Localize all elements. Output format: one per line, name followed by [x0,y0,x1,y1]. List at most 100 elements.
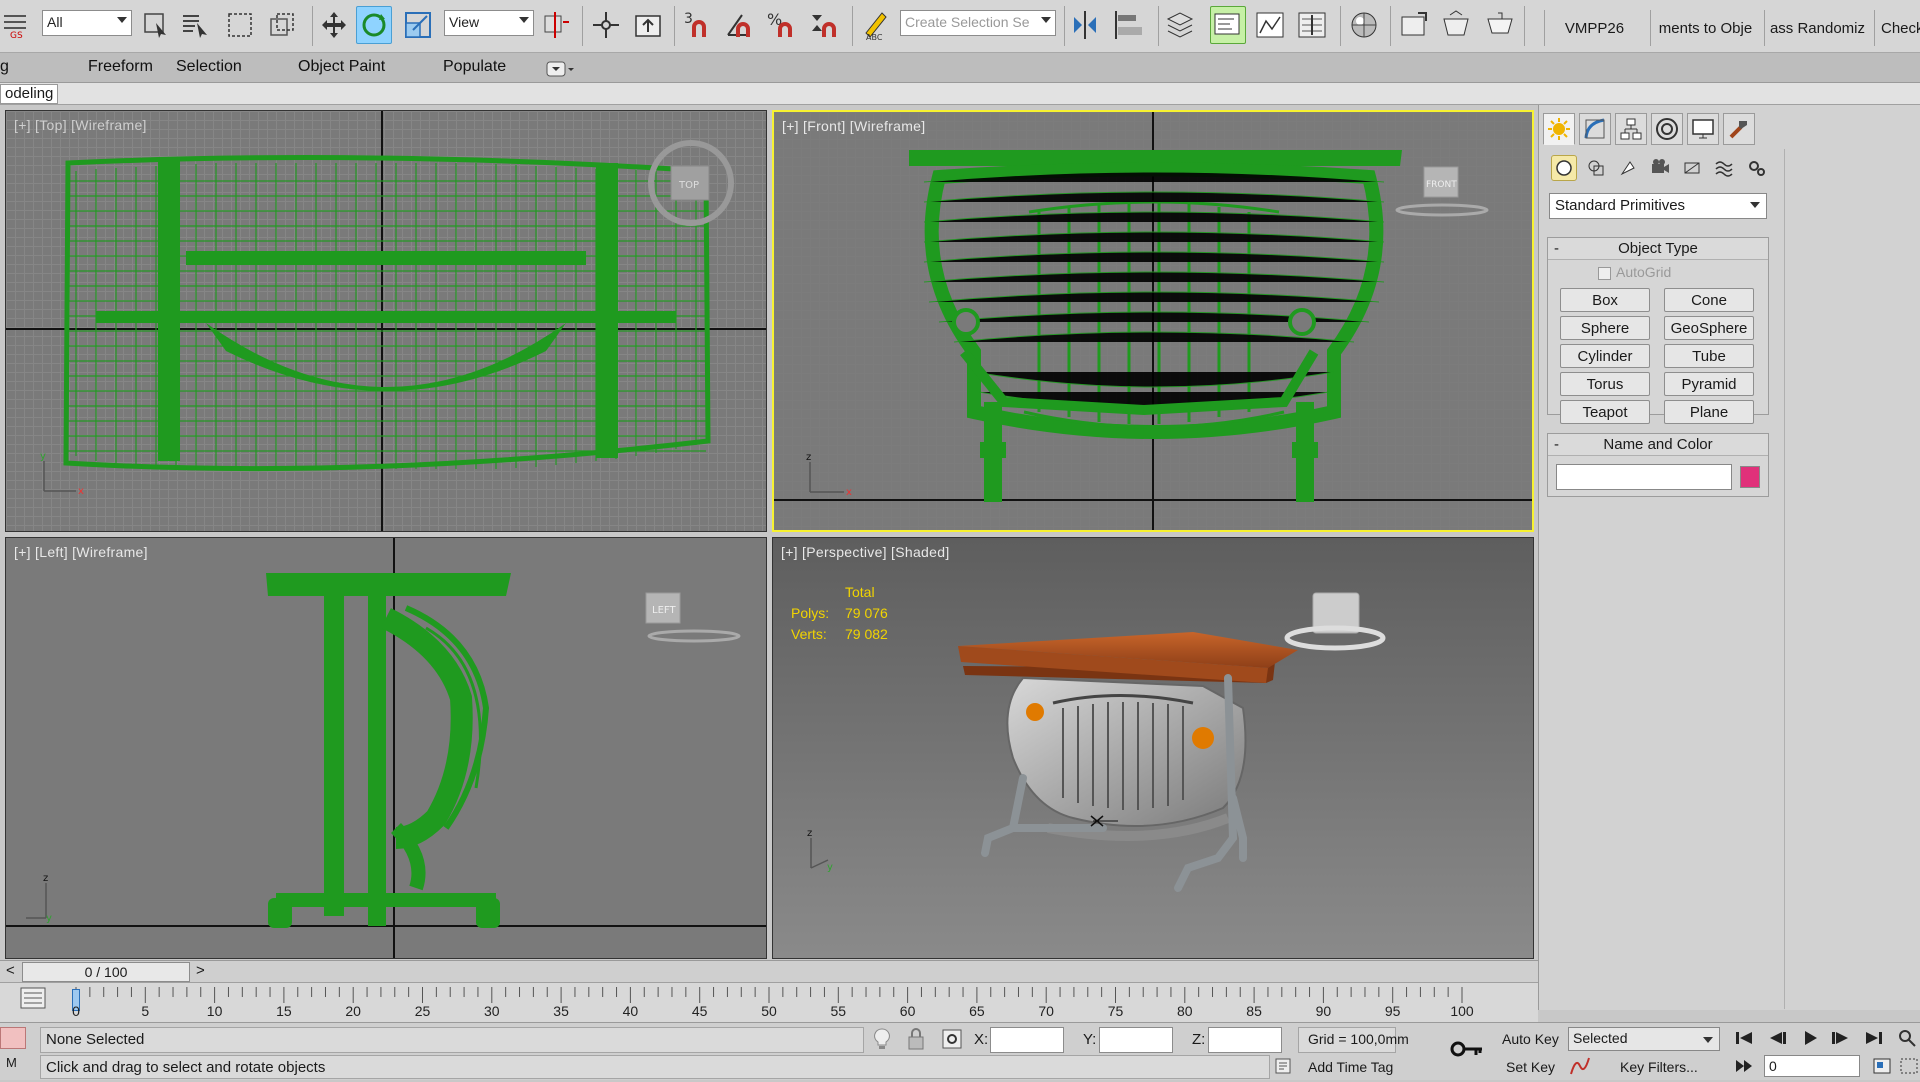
maxscript-listener-button[interactable] [0,1027,26,1049]
current-frame-input[interactable]: 0 [1764,1055,1860,1077]
z-coordinate-input[interactable] [1208,1027,1282,1053]
key-mode-dropdown[interactable]: Selected [1568,1027,1720,1051]
isolate-selection-icon[interactable] [870,1027,894,1051]
torus-button[interactable]: Torus [1560,372,1650,396]
cone-button[interactable]: Cone [1664,288,1754,312]
geosphere-button[interactable]: GeoSphere [1664,316,1754,340]
cameras-icon[interactable] [1647,155,1673,181]
zoom-extents-icon[interactable] [1896,1027,1918,1049]
track-bar[interactable]: 0 5 10 15 20 25 30 35 40 45 50 55 60 65 70 75 80 85 90 95 10… [0,982,1538,1022]
move-icon[interactable] [316,6,352,44]
display-panel-icon[interactable] [1687,113,1719,145]
custom-button-2[interactable]: ments to Obje [1650,10,1760,46]
name-and-color-header[interactable]: - Name and Color [1548,434,1768,456]
layer-manager-icon[interactable] [1162,6,1198,44]
selection-lock-icon[interactable] [904,1027,928,1051]
space-warps-icon[interactable] [1711,155,1737,181]
render-frame-icon[interactable] [1438,6,1474,44]
tab-populate[interactable]: Populate [443,58,506,76]
rotate-icon[interactable] [356,6,392,44]
tab-object-paint[interactable]: Object Paint [298,58,385,76]
box-button[interactable]: Box [1560,288,1650,312]
tab-freeform[interactable]: Freeform [88,58,153,76]
percent-snap-icon[interactable]: % [764,6,800,44]
tab-graphite[interactable]: g [0,58,9,76]
prev-frame-button[interactable]: < [6,962,15,979]
curve-editor-icon[interactable] [1294,6,1330,44]
viewport-label[interactable]: [+] [Perspective] [Shaded] [781,544,950,560]
ribbon-panel-label[interactable]: odeling [0,84,59,104]
object-name-input[interactable] [1556,464,1732,490]
ribbon-options-icon[interactable] [546,61,576,77]
key-mode-toggle-icon[interactable] [1732,1055,1756,1077]
snaps-toggle-icon[interactable]: 3 [680,6,716,44]
viewport-top[interactable]: TOP y x [+] [Top] [Wireframe] [5,110,767,532]
viewport-label[interactable]: [+] [Front] [Wireframe] [782,118,925,134]
select-object-icon[interactable] [138,6,174,44]
shapes-icon[interactable] [1583,155,1609,181]
viewport-label[interactable]: [+] [Top] [Wireframe] [14,117,147,133]
helpers-icon[interactable] [1679,155,1705,181]
custom-button-1[interactable]: VMPP26 [1544,10,1644,46]
plane-button[interactable]: Plane [1664,400,1754,424]
pivot-center-icon[interactable] [538,6,574,44]
mirror-icon[interactable] [1068,6,1104,44]
keyboard-shortcut-icon[interactable] [630,6,666,44]
go-to-end-icon[interactable] [1862,1027,1886,1049]
sphere-button[interactable]: Sphere [1560,316,1650,340]
window-crossing-icon[interactable] [264,6,300,44]
create-panel-icon[interactable] [1543,113,1575,145]
geometry-icon[interactable] [1551,155,1577,181]
viewport-label[interactable]: [+] [Left] [Wireframe] [14,544,148,560]
systems-icon[interactable] [1743,155,1769,181]
rectangular-selection-icon[interactable] [222,6,258,44]
utilities-panel-icon[interactable] [1723,113,1755,145]
viewport-front[interactable]: FRONT z x [+] [Front] [Wireframe] [772,110,1534,532]
time-tag-icon[interactable] [1274,1057,1292,1075]
hierarchy-panel-icon[interactable] [1615,113,1647,145]
time-slider-thumb[interactable]: 0 / 100 [22,962,190,982]
viewport-left[interactable]: LEFT z y [+] [Left] [Wireframe] [5,537,767,959]
viewport-navigation-icon[interactable] [1898,1055,1920,1077]
auto-key-button[interactable]: Auto Key [1502,1031,1559,1047]
x-coordinate-input[interactable] [990,1027,1064,1053]
motion-panel-icon[interactable] [1651,113,1683,145]
render-production-icon[interactable] [1482,6,1518,44]
named-selection-dropdown[interactable]: Create Selection Se [900,10,1056,36]
select-by-name-icon[interactable] [178,6,214,44]
geometry-category-dropdown[interactable]: Standard Primitives [1549,193,1767,219]
graphite-toolset-icon[interactable] [1252,6,1288,44]
key-filters-button[interactable]: Key Filters... [1620,1059,1698,1075]
reference-coordinate-dropdown[interactable]: View [444,10,534,36]
go-to-start-icon[interactable] [1732,1027,1756,1049]
scale-icon[interactable] [400,6,436,44]
lights-icon[interactable] [1615,155,1641,181]
next-frame-button[interactable]: > [196,962,205,979]
absolute-mode-icon[interactable] [940,1027,964,1051]
pyramid-button[interactable]: Pyramid [1664,372,1754,396]
custom-button-4[interactable]: Check [1874,10,1920,46]
time-slider[interactable]: < 0 / 100 > [0,960,1538,982]
set-key-icon[interactable] [1450,1039,1484,1059]
time-configuration-icon[interactable] [1870,1055,1894,1077]
edit-named-selection-icon[interactable]: ABC [858,6,894,44]
y-coordinate-input[interactable] [1099,1027,1173,1053]
object-color-swatch[interactable] [1740,466,1760,488]
key-filters-curve-icon[interactable] [1568,1055,1592,1077]
tab-selection[interactable]: Selection [176,58,242,76]
material-editor-icon[interactable] [1346,6,1382,44]
teapot-button[interactable]: Teapot [1560,400,1650,424]
next-frame-icon[interactable] [1828,1027,1852,1049]
scene-explorer-icon[interactable] [1210,6,1246,44]
cylinder-button[interactable]: Cylinder [1560,344,1650,368]
set-key-button[interactable]: Set Key [1506,1059,1555,1075]
undo-icon[interactable]: GS [0,6,30,44]
play-icon[interactable] [1798,1027,1822,1049]
modify-panel-icon[interactable] [1579,113,1611,145]
angle-snap-icon[interactable] [722,6,758,44]
spinner-snap-icon[interactable] [806,6,842,44]
object-type-header[interactable]: - Object Type [1548,238,1768,260]
select-manipulate-icon[interactable] [588,6,624,44]
custom-button-3[interactable]: ass Randomiz [1764,10,1870,46]
previous-frame-icon[interactable] [1766,1027,1790,1049]
